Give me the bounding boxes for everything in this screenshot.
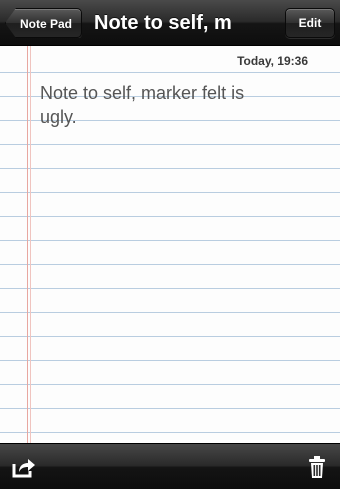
note-timestamp: Today, 19:36	[237, 54, 308, 68]
margin-line-secondary	[30, 46, 31, 443]
edit-button[interactable]: Edit	[285, 8, 335, 38]
margin-line	[27, 46, 28, 443]
notes-app: Note Pad Note to self, m Edit Today, 19:…	[0, 0, 340, 489]
trash-button[interactable]	[302, 452, 332, 482]
bottom-toolbar	[0, 443, 340, 489]
share-button[interactable]	[8, 452, 38, 482]
share-icon	[8, 452, 38, 482]
page-title: Note to self, m	[94, 12, 232, 34]
note-text[interactable]: Note to self, marker felt is ugly.	[40, 81, 320, 129]
back-button[interactable]: Note Pad	[5, 8, 83, 38]
navigation-bar: Note Pad Note to self, m Edit	[0, 0, 340, 46]
note-paper[interactable]: Today, 19:36 Note to self, marker felt i…	[0, 46, 340, 443]
trash-icon	[302, 452, 332, 482]
